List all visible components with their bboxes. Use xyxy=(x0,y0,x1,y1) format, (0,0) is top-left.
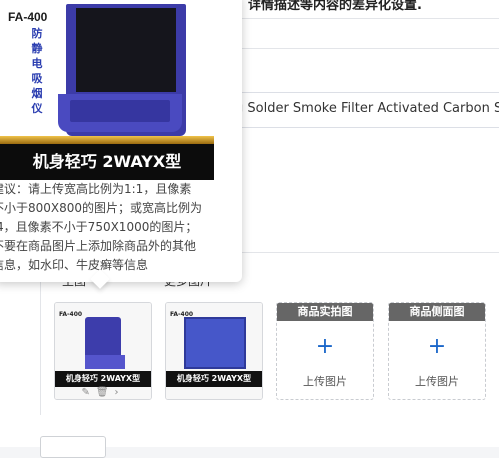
slot-header: 商品实拍图 xyxy=(277,303,373,321)
thumb-caption: 机身轻巧 2WAYX型 xyxy=(55,371,151,387)
thumb-caption: 机身轻巧 2WAYX型 xyxy=(166,371,262,387)
product-thumbnail: FA-400 机身轻巧 2WAYX型 xyxy=(166,303,262,399)
bottom-button[interactable] xyxy=(40,436,106,458)
plus-icon: + xyxy=(315,334,335,359)
product-model: FA-400 xyxy=(8,10,48,24)
upload-slot-real-shot[interactable]: 商品实拍图 + 上传图片 xyxy=(276,302,374,400)
tip-line: :4，且像素不小于750X1000的图片； xyxy=(0,220,198,234)
slot-header: 商品侧面图 xyxy=(389,303,485,321)
image-tools: ✎🗑› xyxy=(55,387,151,399)
upload-label: 上传图片 xyxy=(303,375,347,388)
image-slot-1[interactable]: FA-400 机身轻巧 2WAYX型 ✎🗑› xyxy=(54,302,152,400)
product-title-input[interactable]: g Solder Smoke Filter Activated Carbon S… xyxy=(228,92,499,128)
chevron-right-icon[interactable]: › xyxy=(115,387,125,398)
tip-line: 不要在商品图片上添加除商品外的其他 xyxy=(0,239,197,253)
tip-line: 建议：请上传宽高比例为1:1，且像素 xyxy=(0,182,192,196)
product-title-value: g Solder Smoke Filter Activated Carbon S… xyxy=(235,101,499,116)
divider xyxy=(240,18,499,19)
product-thumbnail: FA-400 机身轻巧 2WAYX型 ✎🗑› xyxy=(55,303,151,399)
product-vertical-name: 防 静 电 吸 烟 仪 xyxy=(31,27,43,115)
divider xyxy=(240,48,499,49)
tip-line: 不小于800X800的图片；或宽高比例为 xyxy=(0,201,203,215)
tip-line: 信息，如水印、牛皮癣等信息 xyxy=(0,258,149,272)
edit-icon[interactable]: ✎ xyxy=(81,387,95,398)
upload-label: 上传图片 xyxy=(415,375,459,388)
image-slot-2[interactable]: FA-400 机身轻巧 2WAYX型 xyxy=(165,302,263,400)
delete-icon[interactable]: 🗑 xyxy=(96,387,115,398)
product-caption: 机身轻巧 2WAYX型 xyxy=(0,144,214,180)
thumb-model: FA-400 xyxy=(59,311,83,318)
plus-icon: + xyxy=(427,334,447,359)
image-guideline-popover: FA-400 防 静 电 吸 烟 仪 机身轻巧 2WAYX型 建议：请上传宽高比… xyxy=(0,0,242,289)
section-note: 详情描述等内容的差异化设置. xyxy=(248,0,422,13)
upload-tip: 建议：请上传宽高比例为1:1，且像素 不小于800X800的图片；或宽高比例为 … xyxy=(0,180,236,275)
upload-slot-side-view[interactable]: 商品侧面图 + 上传图片 xyxy=(388,302,486,400)
product-preview-image: FA-400 防 静 电 吸 烟 仪 机身轻巧 2WAYX型 xyxy=(0,0,214,180)
